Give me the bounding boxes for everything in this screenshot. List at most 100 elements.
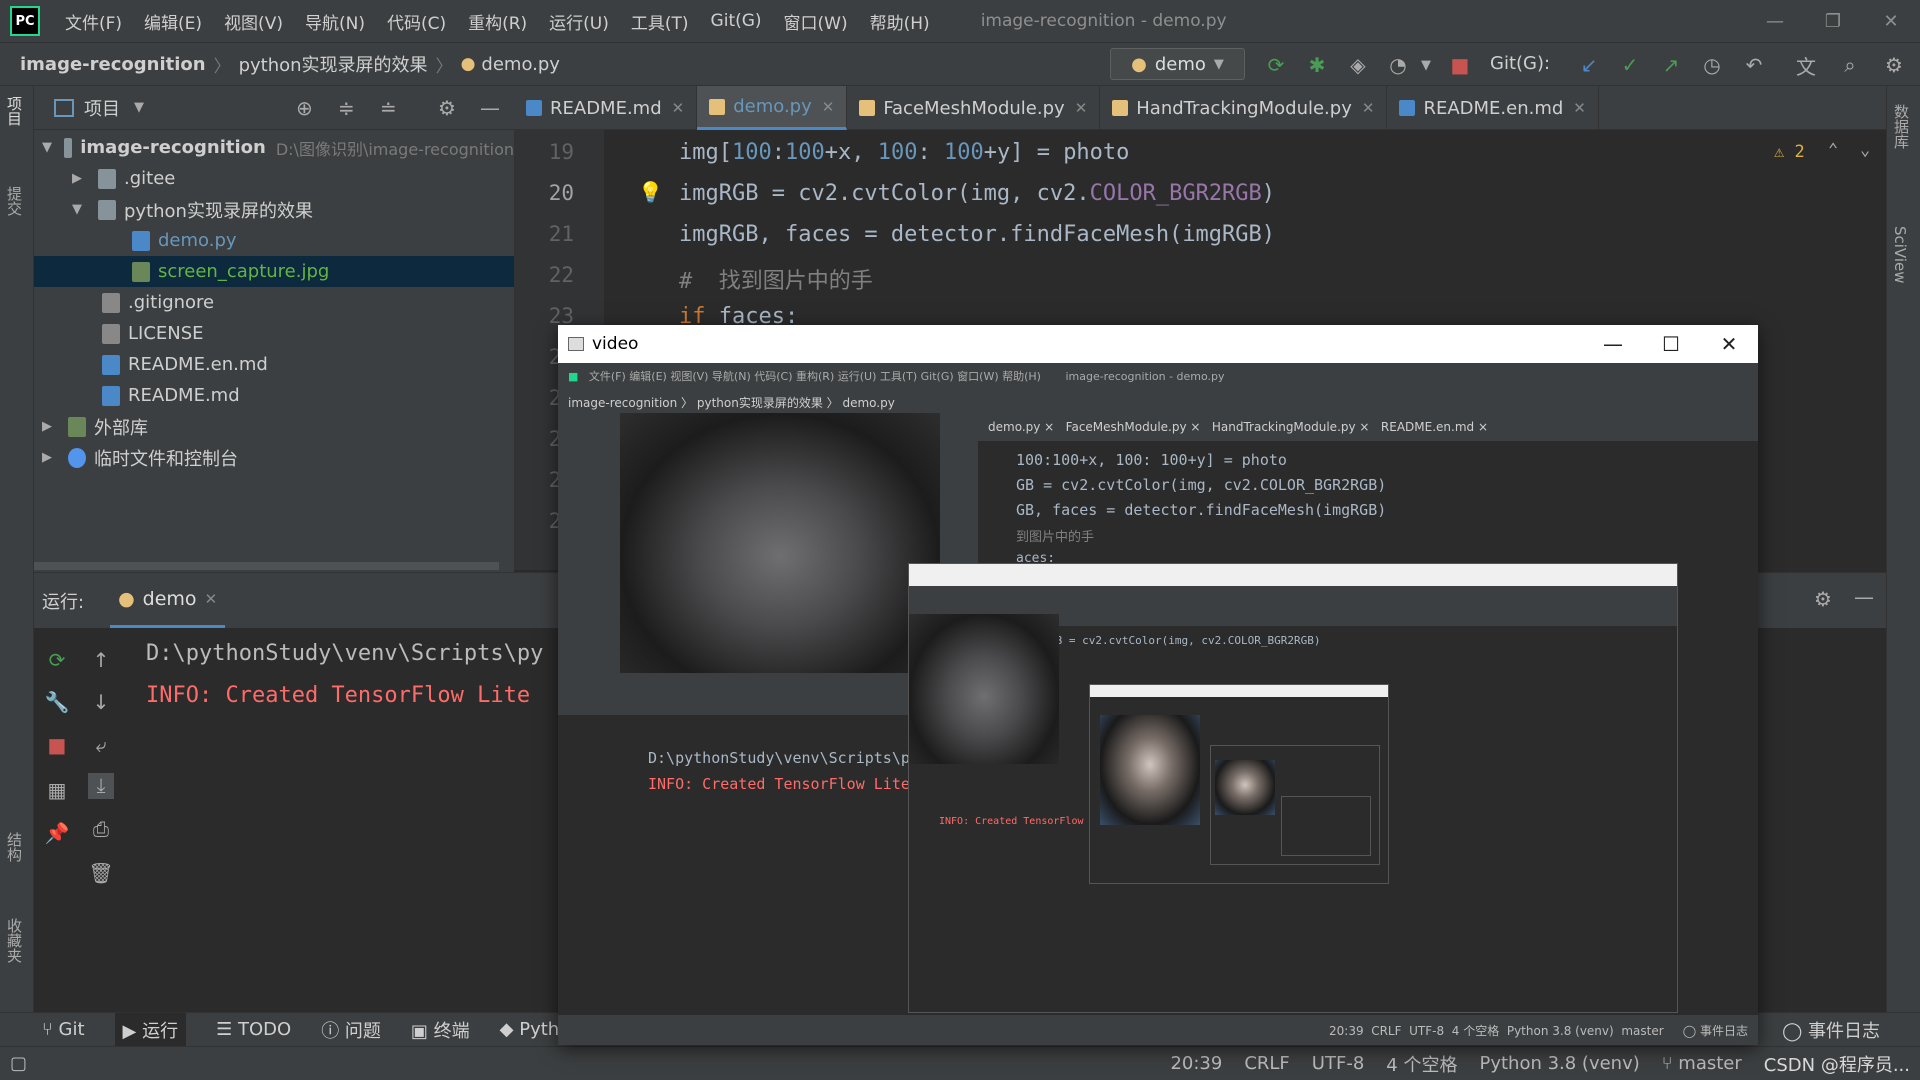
stop-icon[interactable]: ■	[1446, 51, 1474, 79]
rollback-icon[interactable]: ↶	[1740, 51, 1768, 79]
close-icon[interactable]: ✕	[1862, 11, 1920, 32]
menu-help[interactable]: 帮助(H)	[859, 9, 941, 34]
stop-icon[interactable]: ■	[44, 733, 70, 759]
menu-tools[interactable]: 工具(T)	[620, 9, 700, 34]
gear-icon[interactable]: ⚙	[1814, 587, 1832, 611]
run-config-selector[interactable]: ● demo ▼	[1110, 48, 1245, 80]
collapse-all-icon[interactable]: ≐	[380, 96, 397, 120]
soft-wrap-icon[interactable]: ⤶	[88, 733, 114, 759]
scroll-to-end-icon[interactable]: ⤓	[88, 773, 114, 799]
debug-icon[interactable]: ✱	[1303, 51, 1331, 79]
chevron-down-icon[interactable]: ▼	[134, 100, 144, 115]
menu-edit[interactable]: 编辑(E)	[133, 9, 213, 34]
expand-all-icon[interactable]: ≑	[338, 96, 355, 120]
close-icon[interactable]: ✕	[1700, 325, 1758, 363]
toggle-tool-windows-icon[interactable]: ▢	[10, 1053, 27, 1074]
project-tool-tab[interactable]: 项目	[4, 96, 25, 126]
favorites-tool-tab[interactable]: 收藏夹	[4, 918, 25, 963]
tree-item-folder[interactable]: ▼ python实现录屏的效果	[34, 194, 514, 225]
commit-tool-tab[interactable]: 提交	[4, 186, 25, 216]
caret-position[interactable]: 20:39	[1170, 1053, 1222, 1074]
menu-file[interactable]: 文件(F)	[54, 9, 133, 34]
git-update-icon[interactable]: ↙	[1575, 51, 1603, 79]
layout-icon[interactable]: ▦	[44, 778, 70, 804]
restore-icon[interactable]: ❐	[1804, 11, 1862, 32]
hide-panel-icon[interactable]: —	[480, 96, 500, 120]
arrow-up-icon[interactable]: ↑	[88, 648, 114, 674]
tree-item-scratches[interactable]: ▶ 临时文件和控制台	[34, 442, 514, 473]
pin-icon[interactable]: 📌	[44, 821, 70, 847]
database-tool-tab[interactable]: 数据库	[1891, 104, 1912, 149]
hide-panel-icon[interactable]: —	[1854, 585, 1874, 609]
menu-navigate[interactable]: 导航(N)	[294, 9, 376, 34]
arrow-down-icon[interactable]: ↓	[88, 690, 114, 716]
horizontal-scrollbar[interactable]	[34, 562, 499, 570]
line-separator[interactable]: CRLF	[1244, 1053, 1289, 1074]
video-title-bar[interactable]: video — ☐ ✕	[558, 325, 1758, 363]
tree-item-demo-py[interactable]: demo.py	[34, 225, 514, 256]
close-icon[interactable]: ✕	[1075, 99, 1088, 117]
menu-window[interactable]: 窗口(W)	[773, 9, 859, 34]
problems-tool-button[interactable]: ⓘ 问题	[321, 1017, 381, 1043]
project-panel-title[interactable]: 项目	[84, 95, 120, 121]
trash-icon[interactable]: 🗑	[88, 861, 114, 887]
locate-icon[interactable]: ⊕	[296, 96, 313, 120]
tab-handtracking[interactable]: HandTrackingModule.py ✕	[1100, 86, 1388, 130]
breadcrumb-file[interactable]: demo.py	[481, 54, 560, 75]
minimize-icon[interactable]: —	[1584, 325, 1642, 363]
tree-item-root[interactable]: ▼ image-recognition D:\图像识别\image-recogn…	[34, 132, 514, 163]
lightbulb-icon[interactable]: 💡	[638, 180, 663, 204]
tab-facemesh[interactable]: FaceMeshModule.py ✕	[847, 86, 1101, 130]
menu-run[interactable]: 运行(U)	[538, 9, 620, 34]
tab-demo-py[interactable]: demo.py ✕	[697, 86, 848, 130]
terminal-tool-button[interactable]: ▣ 终端	[411, 1017, 470, 1043]
rerun-icon[interactable]: ⟳	[44, 648, 70, 674]
chevron-up-icon[interactable]: ⌃	[1828, 140, 1838, 160]
menu-view[interactable]: 视图(V)	[213, 9, 294, 34]
git-tool-button[interactable]: ⑂ Git	[42, 1019, 85, 1040]
wrench-icon[interactable]: 🔧	[44, 690, 70, 716]
video-window[interactable]: video — ☐ ✕ ■ 文件(F) 编辑(E) 视图(V) 导航(N) 代码…	[558, 325, 1758, 1045]
git-branch[interactable]: ⑂ master	[1662, 1053, 1742, 1074]
tree-item-readme-en[interactable]: README.en.md	[34, 349, 514, 380]
menu-git[interactable]: Git(G)	[700, 11, 773, 31]
file-encoding[interactable]: UTF-8	[1312, 1053, 1364, 1074]
chevron-down-icon[interactable]: ⌄	[1860, 140, 1870, 160]
tree-item-external-libs[interactable]: ▶ 外部库	[34, 411, 514, 442]
tree-item-screen-capture[interactable]: screen_capture.jpg	[34, 256, 514, 287]
rerun-icon[interactable]: ⟳	[1262, 51, 1290, 79]
tab-readme-en[interactable]: README.en.md ✕	[1387, 86, 1599, 130]
minimize-icon[interactable]: —	[1746, 11, 1804, 32]
tree-item-readme[interactable]: README.md	[34, 380, 514, 411]
git-push-icon[interactable]: ↗	[1657, 51, 1685, 79]
event-log-button[interactable]: ◯ 事件日志	[1782, 1017, 1880, 1043]
coverage-icon[interactable]: ◈	[1344, 51, 1372, 79]
run-tab-demo[interactable]: ● demo ✕	[110, 573, 226, 628]
close-icon[interactable]: ✕	[1573, 99, 1586, 117]
tree-item-license[interactable]: LICENSE	[34, 318, 514, 349]
search-icon[interactable]: ⌕	[1836, 51, 1864, 79]
todo-tool-button[interactable]: ☰ TODO	[216, 1019, 291, 1040]
gear-icon[interactable]: ⚙	[438, 96, 456, 120]
run-tool-button[interactable]: ▶ 运行	[114, 1012, 187, 1047]
breadcrumb-folder[interactable]: python实现录屏的效果	[239, 51, 428, 77]
close-icon[interactable]: ✕	[1362, 99, 1375, 117]
tree-item-gitee[interactable]: ▶ .gitee	[34, 163, 514, 194]
print-icon[interactable]: ⎙	[88, 817, 114, 843]
structure-tool-tab[interactable]: 结构	[4, 832, 25, 862]
sciview-tool-tab[interactable]: SciView	[1891, 226, 1909, 284]
history-icon[interactable]: ◷	[1698, 51, 1726, 79]
menu-refactor[interactable]: 重构(R)	[457, 9, 538, 34]
tree-item-gitignore[interactable]: .gitignore	[34, 287, 514, 318]
close-icon[interactable]: ✕	[672, 99, 685, 117]
indent-setting[interactable]: 4 个空格	[1386, 1051, 1457, 1077]
maximize-icon[interactable]: ☐	[1642, 325, 1700, 363]
more-run-chevron-icon[interactable]: ▼	[1412, 51, 1440, 79]
warnings-indicator[interactable]: ⚠ 2	[1774, 142, 1805, 162]
python-interpreter[interactable]: Python 3.8 (venv)	[1479, 1053, 1639, 1074]
menu-code[interactable]: 代码(C)	[376, 9, 457, 34]
breadcrumb-project[interactable]: image-recognition	[20, 54, 206, 75]
translate-icon[interactable]: 文	[1792, 51, 1820, 79]
close-icon[interactable]: ✕	[205, 590, 218, 608]
git-commit-icon[interactable]: ✓	[1616, 51, 1644, 79]
